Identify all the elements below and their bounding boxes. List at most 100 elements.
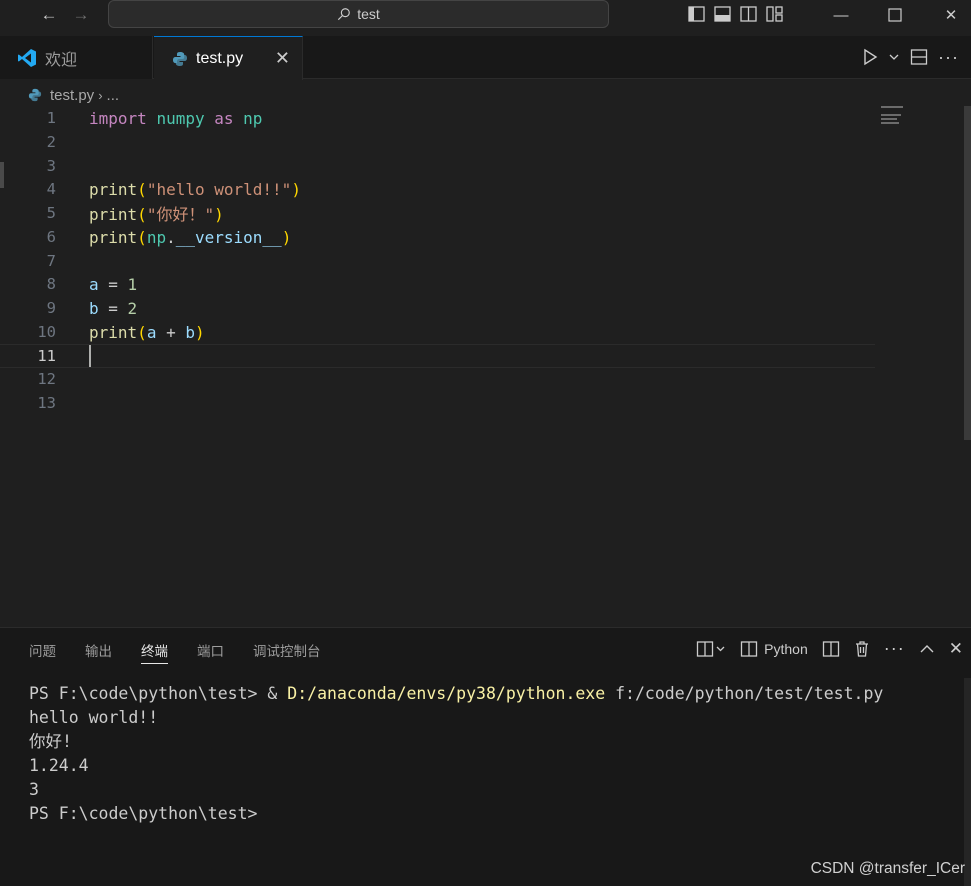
run-dropdown-chevron-icon[interactable] xyxy=(888,46,900,68)
search-icon xyxy=(338,8,351,21)
terminal-scrollbar[interactable] xyxy=(964,678,971,886)
code-line: 13 xyxy=(0,391,875,415)
line-number: 7 xyxy=(46,252,56,270)
breadcrumb-file[interactable]: test.py xyxy=(50,87,94,104)
breadcrumb-symbols[interactable]: ... xyxy=(107,87,120,104)
toggle-panel-icon[interactable] xyxy=(712,4,732,24)
split-terminal-dropdown-icon[interactable] xyxy=(696,640,726,658)
line-number: 6 xyxy=(46,228,56,246)
tab-debug-console[interactable]: 调试控制台 xyxy=(253,640,321,664)
customize-layout-icon[interactable] xyxy=(764,4,784,24)
toggle-primary-sidebar-icon[interactable] xyxy=(686,4,706,24)
code-line: 10 print(a + b) xyxy=(0,320,875,344)
module-token: np xyxy=(243,108,263,128)
number-token: 2 xyxy=(127,298,138,318)
string-token: "hello world!!" xyxy=(146,179,292,199)
terminal-output-line: 3 xyxy=(29,780,39,799)
line-number: 10 xyxy=(37,323,56,341)
more-actions-icon[interactable]: ··· xyxy=(884,638,905,659)
title-bar: ← → test — ✕ xyxy=(0,0,971,30)
code-line: 2 xyxy=(0,130,875,154)
more-actions-icon[interactable]: ··· xyxy=(938,46,959,68)
code-editor[interactable]: 1 import numpy as np 2 3 4 print("hello … xyxy=(0,106,971,626)
function-token: print xyxy=(89,322,138,342)
keyword-token: import xyxy=(89,108,147,128)
terminal-cmd-arg: f:/code/python/test/test.py xyxy=(605,684,884,703)
attribute-token: __version__ xyxy=(175,227,282,247)
code-line: 4 print("hello world!!") xyxy=(0,177,875,201)
close-window-icon[interactable]: ✕ xyxy=(928,0,971,30)
line-number: 4 xyxy=(46,180,56,198)
terminal-output[interactable]: PS F:\code\python\test> & D:/anaconda/en… xyxy=(29,682,883,826)
tab-label: 欢迎 xyxy=(45,51,78,69)
variable-token: b xyxy=(89,298,99,318)
code-line: 3 xyxy=(0,154,875,178)
terminal-output-line: 1.24.4 xyxy=(29,756,89,775)
code-line: 7 xyxy=(0,249,875,273)
line-number: 8 xyxy=(46,275,56,293)
minimap[interactable] xyxy=(881,106,907,130)
toggle-secondary-sidebar-icon[interactable] xyxy=(738,4,758,24)
maximize-panel-chevron-up-icon[interactable] xyxy=(919,641,935,657)
code-line: 1 import numpy as np xyxy=(0,106,875,130)
terminal-output-line: hello world!! xyxy=(29,708,159,727)
editor-tab-bar: 欢迎 test.py ✕ ··· xyxy=(0,36,971,80)
terminal-cmd-amp: & xyxy=(267,684,288,703)
bottom-panel: 问题 输出 终端 端口 调试控制台 Python ··· ✕ PS F:\cod… xyxy=(0,627,971,886)
back-arrow-icon[interactable]: ← xyxy=(38,4,60,26)
terminal-prompt: PS F:\code\python\test> xyxy=(29,684,268,703)
keyword-token: as xyxy=(214,108,234,128)
module-token: numpy xyxy=(156,108,205,128)
run-python-file-icon[interactable] xyxy=(862,46,878,68)
forward-arrow-icon[interactable]: → xyxy=(70,4,92,26)
breadcrumb: test.py › ... xyxy=(28,84,119,106)
python-file-icon xyxy=(172,51,188,67)
terminal-name: Python xyxy=(764,640,808,657)
line-number: 3 xyxy=(46,157,56,175)
variable-token: a xyxy=(146,322,157,342)
variable-token: a xyxy=(89,274,99,294)
operator-token: = xyxy=(98,298,128,318)
function-token: print xyxy=(89,179,138,199)
close-tab-icon[interactable]: ✕ xyxy=(275,48,290,69)
maximize-icon[interactable] xyxy=(872,0,918,30)
tab-terminal[interactable]: 终端 xyxy=(141,640,168,664)
trash-icon[interactable] xyxy=(854,640,870,658)
watermark: CSDN @transfer_ICer xyxy=(810,860,965,877)
tab-label: test.py xyxy=(196,49,244,67)
editor-scrollbar[interactable] xyxy=(964,106,971,440)
tab-test-py[interactable]: test.py ✕ xyxy=(154,36,303,80)
variable-token: b xyxy=(185,322,195,342)
tab-problems[interactable]: 问题 xyxy=(29,640,56,664)
line-number: 13 xyxy=(37,394,56,412)
minimize-icon[interactable]: — xyxy=(818,0,864,30)
code-line: 8 a = 1 xyxy=(0,272,875,296)
operator-token: = xyxy=(98,274,128,294)
function-token: print xyxy=(89,205,138,224)
terminal-cmd-exe: D:/anaconda/envs/py38/python.exe xyxy=(287,684,606,703)
terminal-python-selector[interactable]: Python xyxy=(740,640,808,658)
code-line: 9 b = 2 xyxy=(0,296,875,320)
line-number: 1 xyxy=(46,109,56,127)
function-token: print xyxy=(89,227,138,247)
terminal-output-line: 你好! xyxy=(29,732,72,751)
line-number: 2 xyxy=(46,133,56,151)
close-panel-icon[interactable]: ✕ xyxy=(949,639,963,659)
split-terminal-icon[interactable] xyxy=(822,640,840,658)
line-number: 12 xyxy=(37,370,56,388)
code-line: 5 print("你好！") xyxy=(0,201,875,225)
vscode-logo-icon xyxy=(17,48,37,68)
split-editor-icon[interactable] xyxy=(910,46,928,68)
module-token: np xyxy=(146,227,167,247)
command-center-search[interactable]: test xyxy=(108,0,609,28)
tab-output[interactable]: 输出 xyxy=(85,640,112,664)
search-text: test xyxy=(357,6,380,22)
number-token: 1 xyxy=(127,274,138,294)
python-file-icon xyxy=(28,88,42,102)
tab-ports[interactable]: 端口 xyxy=(197,640,224,664)
line-number: 9 xyxy=(46,299,56,317)
code-line: 12 xyxy=(0,367,875,391)
line-number: 5 xyxy=(46,204,56,222)
tab-welcome[interactable]: 欢迎 xyxy=(0,36,153,79)
operator-token: + xyxy=(156,322,186,342)
